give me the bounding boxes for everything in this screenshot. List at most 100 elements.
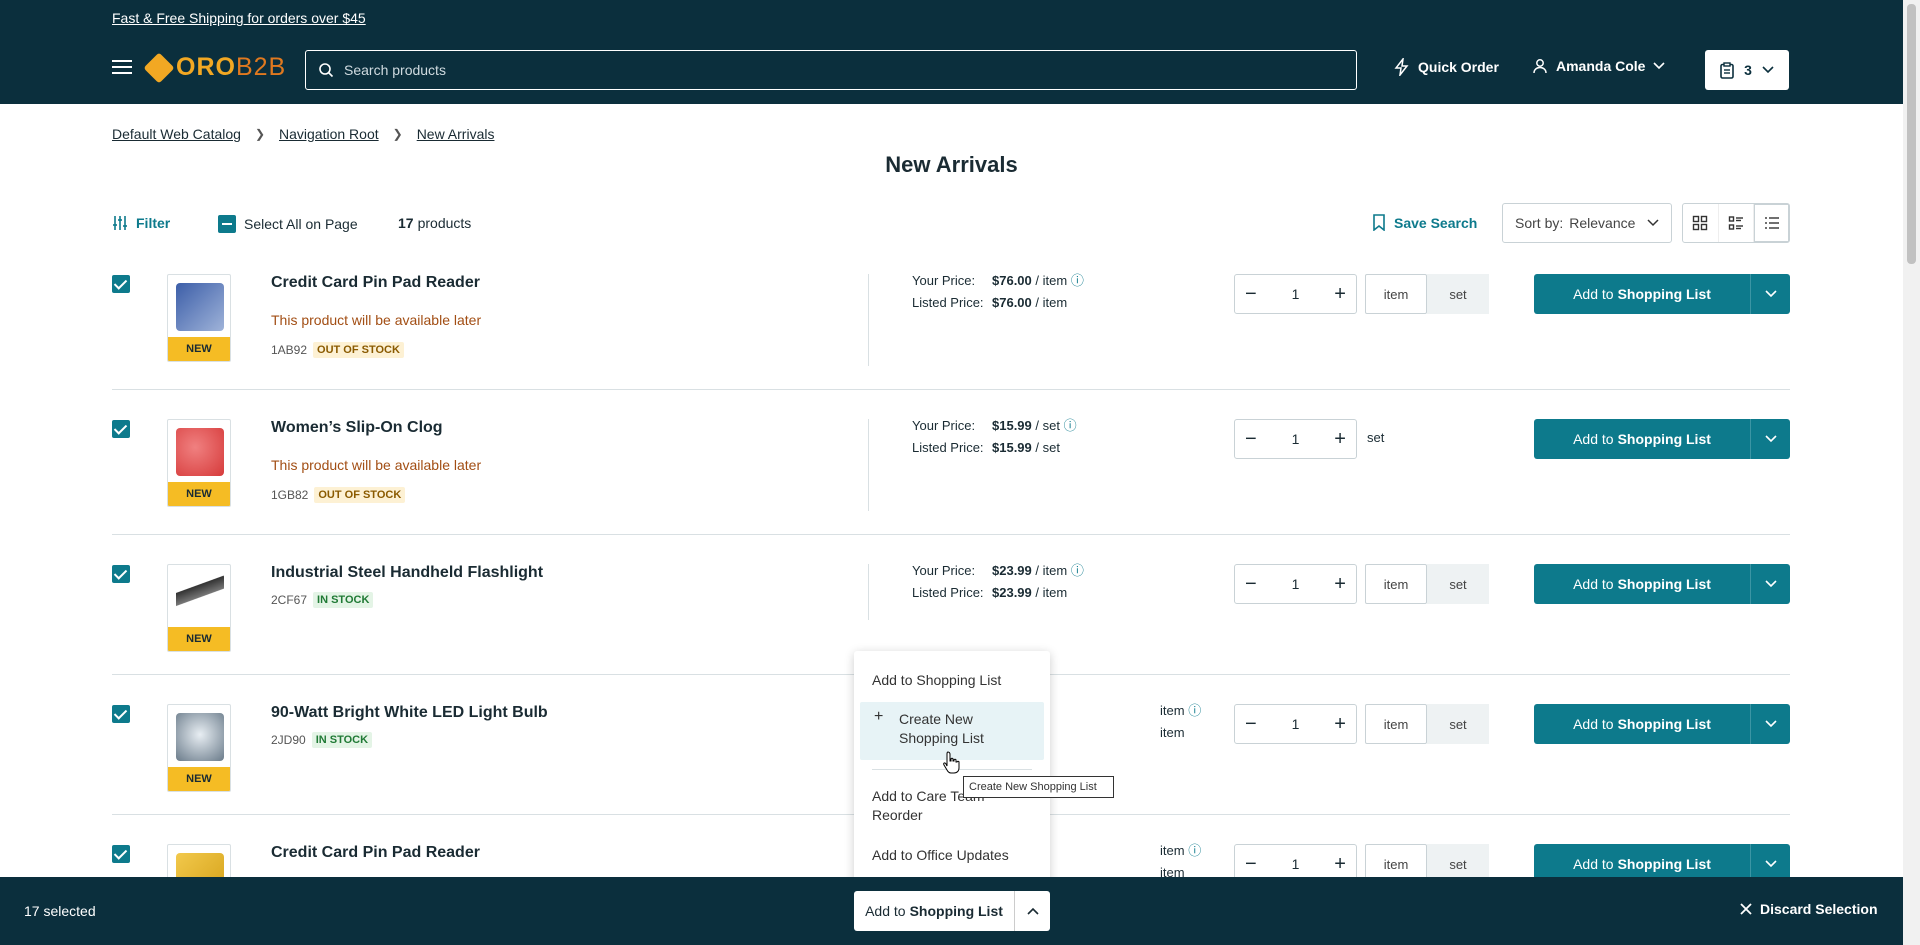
chevron-up-icon[interactable] — [1014, 891, 1050, 931]
quantity-input[interactable]: 1 — [1292, 856, 1300, 872]
availability-note: This product will be available later — [271, 457, 482, 473]
minus-icon[interactable]: − — [1245, 854, 1257, 874]
quantity-stepper: − 1 + — [1234, 274, 1357, 314]
plus-icon[interactable]: + — [1334, 714, 1346, 734]
unit-item[interactable]: item — [1365, 274, 1427, 314]
product-count: 17 products — [398, 215, 472, 231]
product-image[interactable]: NEW — [167, 419, 231, 507]
filter-button[interactable]: Filter — [112, 215, 170, 231]
unit-item[interactable]: item — [1365, 564, 1427, 604]
product-name[interactable]: Credit Card Pin Pad Reader — [271, 844, 480, 862]
availability-note: This product will be available later — [271, 312, 482, 328]
product-checkbox[interactable] — [112, 275, 130, 293]
shopping-list-widget[interactable]: 3 — [1705, 50, 1789, 90]
breadcrumb-link[interactable]: New Arrivals — [417, 126, 495, 142]
product-name[interactable]: 90-Watt Bright White LED Light Bulb — [271, 704, 548, 722]
sku-line: 1GB82 OUT OF STOCK — [271, 487, 406, 503]
product-name[interactable]: Women’s Slip-On Clog — [271, 419, 443, 437]
plus-icon[interactable]: + — [1334, 284, 1346, 304]
stock-badge: IN STOCK — [311, 732, 373, 748]
mass-add-to-shopping-list-button[interactable]: Add to Shopping List — [854, 891, 1050, 931]
discard-selection-button[interactable]: Discard Selection — [1740, 901, 1878, 917]
unit-selector: item set — [1365, 564, 1489, 604]
scrollbar-thumb[interactable] — [1907, 4, 1916, 264]
breadcrumb-link[interactable]: Navigation Root — [279, 126, 379, 142]
unit-set[interactable]: set — [1427, 274, 1489, 314]
plus-icon[interactable]: + — [1334, 574, 1346, 594]
logo[interactable]: OROB2B — [143, 51, 286, 84]
add-to-shopping-list-button[interactable]: Add to Shopping List — [1534, 274, 1790, 314]
product-photo — [176, 573, 224, 621]
product-name[interactable]: Credit Card Pin Pad Reader — [271, 274, 480, 292]
quantity-stepper: − 1 + — [1234, 419, 1357, 459]
chevron-down-icon[interactable] — [1750, 274, 1790, 314]
bookmark-icon — [1373, 214, 1385, 231]
product-checkbox[interactable] — [112, 565, 130, 583]
price-block: Your Price: $76.00 / item ⓘ Listed Price:… — [912, 273, 1084, 310]
quantity-input[interactable]: 1 — [1292, 576, 1300, 592]
quick-order-link[interactable]: Quick Order — [1394, 58, 1499, 76]
product-image[interactable]: NEW — [167, 704, 231, 792]
info-icon[interactable]: ⓘ — [1071, 273, 1084, 288]
sliders-icon — [113, 216, 127, 230]
quantity-input[interactable]: 1 — [1292, 431, 1300, 447]
save-search-button[interactable]: Save Search — [1372, 214, 1477, 231]
sku-line: 2JD90 IN STOCK — [271, 732, 373, 748]
quantity-input[interactable]: 1 — [1292, 716, 1300, 732]
sku-line: 2CF67 IN STOCK — [271, 592, 374, 608]
divider — [868, 419, 869, 511]
minus-checkbox-icon — [218, 215, 236, 233]
product-name[interactable]: Industrial Steel Handheld Flashlight — [271, 564, 543, 582]
product-checkbox[interactable] — [112, 420, 130, 438]
clipboard-icon — [1720, 61, 1734, 79]
product-checkbox[interactable] — [112, 705, 130, 723]
info-icon[interactable]: ⓘ — [1071, 563, 1084, 578]
user-menu[interactable]: Amanda Cole — [1532, 58, 1666, 74]
minus-icon[interactable]: − — [1245, 429, 1257, 449]
close-icon — [1740, 903, 1752, 915]
minus-icon[interactable]: − — [1245, 574, 1257, 594]
plus-icon[interactable]: + — [1334, 854, 1346, 874]
divider — [868, 564, 869, 620]
quantity-input[interactable]: 1 — [1292, 286, 1300, 302]
product-toolbar: Filter Select All on Page 17 products Sav… — [112, 203, 1790, 245]
minus-icon[interactable]: − — [1245, 284, 1257, 304]
add-to-shopping-list-button[interactable]: Add to Shopping List — [1534, 419, 1790, 459]
unit-selector: item set — [1365, 704, 1489, 744]
add-to-shopping-list-button[interactable]: Add to Shopping List — [1534, 704, 1790, 744]
chevron-down-icon[interactable] — [1750, 704, 1790, 744]
unit-item[interactable]: item — [1365, 704, 1427, 744]
product-image[interactable]: NEW — [167, 274, 231, 362]
menu-icon[interactable] — [112, 60, 132, 74]
sort-select[interactable]: Sort by: Relevance — [1502, 203, 1672, 243]
compact-list-view-icon[interactable] — [1754, 204, 1790, 242]
info-icon[interactable]: ⓘ — [1188, 703, 1201, 718]
product-row: NEW Women’s Slip-On Clog This product wi… — [112, 415, 1790, 535]
plus-icon[interactable]: + — [1334, 429, 1346, 449]
page-scrollbar[interactable] — [1903, 0, 1920, 945]
unit-set[interactable]: set — [1427, 704, 1489, 744]
chevron-down-icon[interactable] — [1750, 419, 1790, 459]
site-header: Fast & Free Shipping for orders over $45… — [0, 0, 1920, 104]
view-switcher — [1682, 203, 1790, 243]
minus-icon[interactable]: − — [1245, 714, 1257, 734]
grid-view-icon[interactable] — [1683, 204, 1719, 242]
list-view-icon[interactable] — [1719, 204, 1755, 242]
search-input[interactable] — [344, 62, 1244, 78]
search-box — [305, 50, 1357, 90]
info-icon[interactable]: ⓘ — [1188, 843, 1201, 858]
product-checkbox[interactable] — [112, 845, 130, 863]
menu-item-office-updates[interactable]: Add to Office Updates — [872, 846, 1042, 865]
breadcrumb-link[interactable]: Default Web Catalog — [112, 126, 241, 142]
product-image[interactable]: NEW — [167, 564, 231, 652]
promo-link[interactable]: Fast & Free Shipping for orders over $45 — [112, 10, 366, 26]
chevron-down-icon[interactable] — [1750, 564, 1790, 604]
unit-set[interactable]: set — [1427, 564, 1489, 604]
sku-line: 1AB92 OUT OF STOCK — [271, 342, 404, 358]
menu-item-add-to-shopping-list[interactable]: Add to Shopping List — [872, 671, 1042, 690]
add-to-shopping-list-button[interactable]: Add to Shopping List — [1534, 564, 1790, 604]
info-icon[interactable]: ⓘ — [1064, 418, 1077, 433]
select-all-checkbox[interactable]: Select All on Page — [218, 215, 358, 233]
page-title: New Arrivals — [885, 152, 1018, 177]
user-icon — [1533, 59, 1547, 74]
